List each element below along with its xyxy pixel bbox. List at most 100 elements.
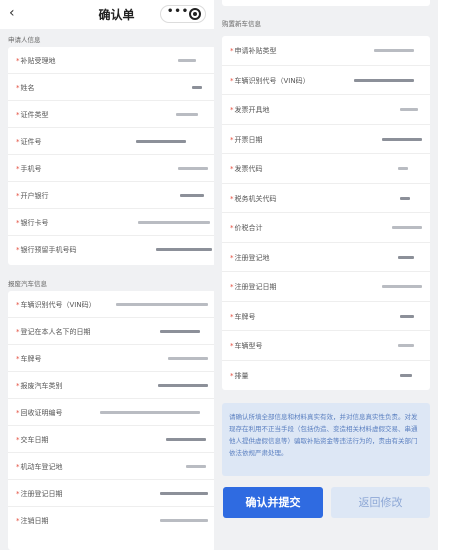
field-value-redacted [354,78,414,82]
field-label: *申请补贴类型 [230,47,277,56]
field-label: *车辆识别代号（VIN码） [230,76,310,85]
field-value-redacted [156,248,212,251]
field-label: *排量 [230,371,249,380]
field-label: *银行卡号 [16,219,49,227]
form-row: *价税合计 [222,213,430,243]
form-row: *银行预留手机号码 [8,236,216,263]
form-row: *交车日期 [8,426,216,453]
form-row: *车牌号 [8,345,216,372]
field-value-redacted [178,59,196,62]
field-value-redacted [186,465,206,468]
field-value-redacted [160,330,200,333]
field-label: *注册登记日期 [16,490,63,498]
new-vehicle-card: *申请补贴类型 *车辆识别代号（VIN码） *发票开具地 *开票日期 *发票代码 *税务机… [222,36,430,390]
target-icon[interactable] [189,8,201,20]
field-value-redacted [400,108,418,112]
field-value-redacted [138,221,210,224]
field-value-redacted [400,314,414,318]
field-label: *注销日期 [16,517,49,525]
previous-card-edge [222,0,430,6]
field-label: *车辆识别代号（VIN码） [16,301,96,309]
field-value-redacted [160,519,208,522]
form-row: *车牌号 [222,302,430,331]
field-label: *银行预留手机号码 [16,246,77,254]
submit-button[interactable]: 确认并提交 [223,487,323,518]
more-dots-icon[interactable]: ••• [167,6,189,17]
form-row: *姓名 [8,74,216,101]
form-row: *注销日期 [8,507,216,534]
form-row: *排量 [222,361,430,391]
applicant-section-title: 申请人信息 [8,36,41,44]
field-value-redacted [400,196,410,200]
field-value-redacted [168,357,208,360]
form-row: *报废汽车类别 [8,372,216,399]
form-row: *发票开具地 [222,95,430,125]
form-row: *回收证明编号 [8,399,216,426]
field-value-redacted [392,226,422,230]
applicant-card: *补贴受理地 *姓名 *证件类型 *证件号 *手机号 *开户银行 *银行卡号 *银行预留手机号… [8,47,216,265]
form-row: *注册登记日期 [8,480,216,507]
form-row: *开户银行 [8,182,216,209]
field-value-redacted [398,255,414,259]
field-label: *交车日期 [16,436,49,444]
form-row: *登记在本人名下的日期 [8,318,216,345]
notice-text: 请确认所填全部信息和材料真实有效，并对信息真实性负责。对发现存在利用不正当手段（… [222,403,430,476]
form-row: *注册登记日期 [222,272,430,302]
field-value-redacted [158,384,208,387]
right-screen: 购置新车信息 *申请补贴类型 *车辆识别代号（VIN码） *发票开具地 *开票日期 *发… [214,0,438,550]
field-value-redacted [100,411,200,414]
field-label: *车牌号 [16,355,42,363]
form-row: *税务机关代码 [222,184,430,213]
field-label: *手机号 [16,165,42,173]
field-label: *证件号 [16,138,42,146]
mini-program-capsule: ••• [160,5,206,23]
form-row: *银行卡号 [8,209,216,236]
form-row: *机动车登记地 [8,453,216,480]
field-value-redacted [160,492,208,495]
form-row: *车辆型号 [222,331,430,361]
form-row: *开票日期 [222,125,430,154]
field-label: *注册登记地 [230,253,270,262]
form-row: *手机号 [8,155,216,182]
left-screen: ‹ 确认单 ••• 申请人信息 *补贴受理地 *姓名 *证件类型 *证件号 *手机号 *开… [0,0,233,550]
field-label: *机动车登记地 [16,463,63,471]
form-row: *车辆识别代号（VIN码） [8,291,216,318]
field-value-redacted [398,167,408,171]
field-label: *发票代码 [230,165,263,174]
scrap-vehicle-card: *车辆识别代号（VIN码） *登记在本人名下的日期 *车牌号 *报废汽车类别 *回收证明… [8,291,216,550]
form-row: *车辆识别代号（VIN码） [222,66,430,95]
form-row: *证件类型 [8,101,216,128]
field-label: *登记在本人名下的日期 [16,328,91,336]
field-value-redacted [374,49,414,53]
field-value-redacted [166,438,206,441]
field-value-redacted [192,86,202,89]
field-label: *开票日期 [230,135,263,144]
field-value-redacted [400,373,412,377]
field-label: *价税合计 [230,224,263,233]
field-label: *发票开具地 [230,106,270,115]
field-value-redacted [180,194,204,197]
field-label: *注册登记日期 [230,283,277,292]
field-label: *开户银行 [16,192,49,200]
new-vehicle-section-title: 购置新车信息 [222,20,261,28]
field-value-redacted [398,344,414,348]
field-label: *回收证明编号 [16,409,63,417]
scrap-vehicle-section-title: 报废汽车信息 [8,280,47,288]
form-row: *申请补贴类型 [222,36,430,66]
back-edit-button[interactable]: 返回修改 [331,487,430,518]
nav-bar: ‹ 确认单 ••• [0,0,233,29]
field-value-redacted [176,113,198,116]
form-row: *证件号 [8,128,216,155]
form-row: *补贴受理地 [8,47,216,74]
field-label: *报废汽车类别 [16,382,63,390]
field-value-redacted [178,167,208,170]
form-row: *发票代码 [222,154,430,184]
field-label: *车牌号 [230,312,256,321]
field-label: *证件类型 [16,111,49,119]
page-margin [438,0,474,550]
form-row: *注册登记地 [222,243,430,272]
field-label: *补贴受理地 [16,57,56,65]
field-value-redacted [136,140,186,143]
field-label: *姓名 [16,84,35,92]
field-value-redacted [382,137,422,141]
